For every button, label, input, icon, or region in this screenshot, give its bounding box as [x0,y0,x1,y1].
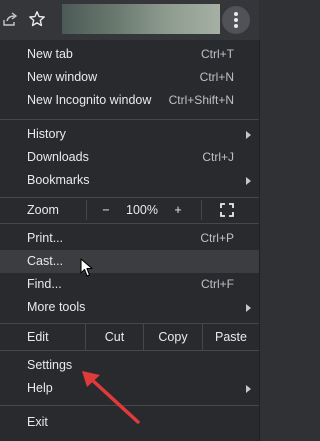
menu-separator [0,223,259,224]
mouse-cursor-icon [80,258,93,277]
zoom-in-button[interactable]: + [168,197,188,223]
extension-area [62,4,220,34]
menu-item-bookmarks[interactable]: Bookmarks [0,169,259,192]
menu-item-history[interactable]: History [0,123,259,146]
menu-item-label: Exit [27,415,48,429]
menu-item-label: More tools [27,300,86,314]
cut-button[interactable]: Cut [86,324,143,350]
menu-item-shortcut: Ctrl+F [201,277,234,291]
menu-item-label: Settings [27,358,73,372]
menu-item-label: Downloads [27,150,89,164]
menu-item-label: Cast... [27,254,64,268]
edit-label: Edit [27,330,49,344]
submenu-arrow-icon [246,304,251,312]
menu-item-new-incognito-window[interactable]: New Incognito window Ctrl+Shift+N [0,89,259,112]
browser-toolbar [0,0,259,40]
star-icon[interactable] [28,10,46,28]
zoom-row: Zoom − 100% + [0,197,259,223]
copy-button[interactable]: Copy [144,324,202,350]
menu-item-label: Help [27,381,53,395]
menu-item-shortcut: Ctrl+J [202,150,234,164]
fullscreen-icon[interactable] [220,203,234,217]
menu-item-downloads[interactable]: Downloads Ctrl+J [0,146,259,169]
menu-item-label: Bookmarks [27,173,90,187]
menu-separator [0,119,259,120]
divider [86,200,87,220]
menu-item-label: Find... [27,277,62,291]
menu-item-label: History [27,127,66,141]
zoom-out-button[interactable]: − [96,197,116,223]
menu-item-shortcut: Ctrl+P [200,231,234,245]
zoom-label: Zoom [27,203,59,217]
menu-item-more-tools[interactable]: More tools [0,296,259,319]
menu-item-shortcut: Ctrl+Shift+N [168,93,234,107]
menu-separator [0,350,259,351]
three-dot-menu-icon[interactable] [222,6,250,34]
share-icon[interactable] [2,11,18,27]
menu-item-label: New tab [27,47,73,61]
submenu-arrow-icon [246,177,251,185]
submenu-arrow-icon [246,385,251,393]
paste-button[interactable]: Paste [203,324,259,350]
menu-item-find[interactable]: Find... Ctrl+F [0,273,259,296]
menu-item-new-window[interactable]: New window Ctrl+N [0,66,259,89]
menu-item-shortcut: Ctrl+T [201,47,234,61]
edit-row: Edit Cut Copy Paste [0,324,259,350]
menu-item-new-tab[interactable]: New tab Ctrl+T [0,43,259,66]
divider [201,200,202,220]
menu-item-cast[interactable]: Cast... [0,250,259,273]
zoom-level-value: 100% [126,203,158,217]
menu-item-print[interactable]: Print... Ctrl+P [0,227,259,250]
menu-item-shortcut: Ctrl+N [199,70,234,84]
menu-item-label: Print... [27,231,64,245]
menu-item-label: New window [27,70,98,84]
menu-item-label: New Incognito window [27,93,152,107]
submenu-arrow-icon [246,131,251,139]
annotation-arrow-icon [82,371,140,424]
